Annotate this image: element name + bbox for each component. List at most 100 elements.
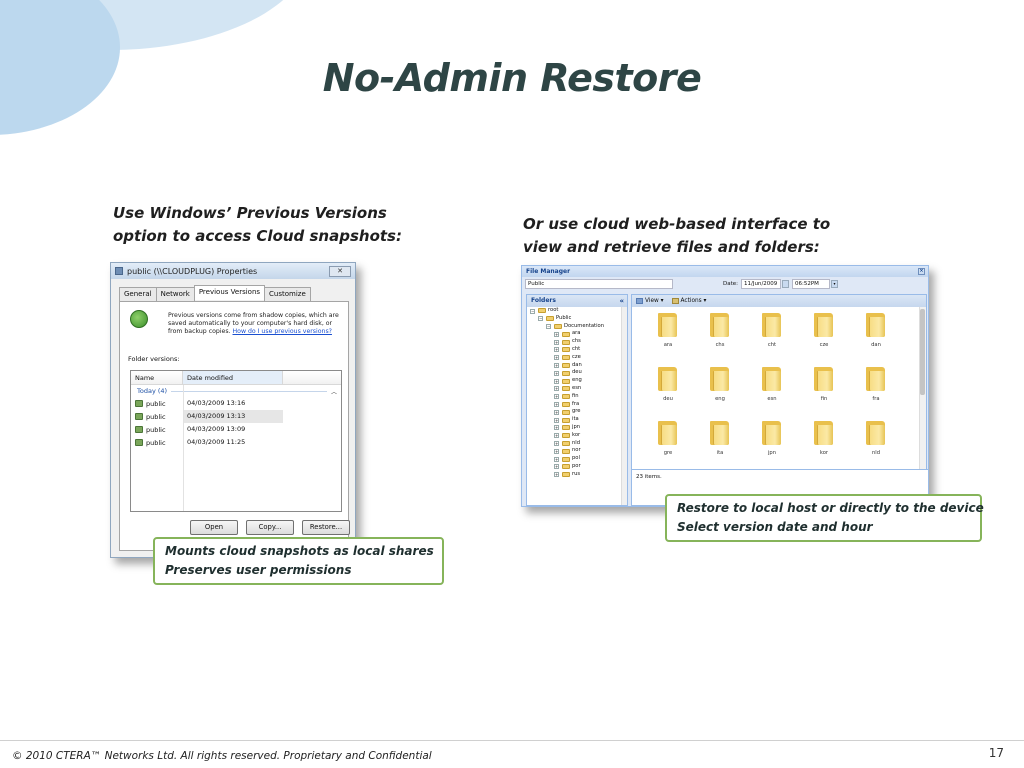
expand-icon[interactable]: + (554, 456, 559, 462)
expand-icon[interactable]: + (554, 378, 559, 384)
tree-node[interactable]: + fin (527, 393, 627, 401)
expand-icon[interactable]: + (554, 464, 559, 470)
collapse-node-icon[interactable]: − (538, 316, 543, 322)
version-row[interactable]: public 04/03/2009 11:25 (131, 436, 341, 449)
properties-dialog: public (\\CLOUDPLUG) Properties ✕ Genera… (110, 262, 356, 558)
files-grid: ara chs cht cze dan deu eng esn fin fra gre ita jpn k… (632, 307, 920, 469)
expand-icon[interactable]: + (554, 441, 559, 447)
tree-node[interactable]: + gre (527, 408, 627, 416)
collapse-node-icon[interactable]: − (530, 308, 535, 314)
collapse-node-icon[interactable]: − (546, 324, 551, 330)
tree-node[interactable]: + cht (527, 346, 627, 354)
version-date: 04/03/2009 13:16 (187, 399, 246, 407)
folder-item[interactable]: cht (752, 307, 792, 357)
version-row[interactable]: public 04/03/2009 13:16 (131, 397, 341, 410)
folder-item[interactable]: fin (804, 361, 844, 411)
tree-node[interactable]: + fra (527, 401, 627, 409)
tab-customize[interactable]: Customize (264, 287, 311, 302)
close-icon[interactable]: × (918, 268, 925, 275)
help-link[interactable]: How do I use previous versions? (233, 328, 332, 335)
tree-node[interactable]: + nld (527, 440, 627, 448)
tree-node[interactable]: + rus (527, 471, 627, 479)
tree-node[interactable]: − Public (527, 315, 627, 323)
tree-node[interactable]: + ita (527, 416, 627, 424)
tree-node[interactable]: + deu (527, 369, 627, 377)
folder-item[interactable]: ita (700, 415, 740, 465)
shared-folder-icon (135, 426, 143, 433)
version-row[interactable]: public 04/03/2009 13:09 (131, 423, 341, 436)
expand-icon[interactable]: + (554, 472, 559, 478)
folder-item[interactable]: fra (856, 361, 896, 411)
folder-item[interactable]: nld (856, 415, 896, 465)
tab-network[interactable]: Network (155, 287, 195, 302)
expand-icon[interactable]: + (554, 417, 559, 423)
close-button[interactable]: ✕ (329, 265, 351, 277)
tree-node[interactable]: + chs (527, 338, 627, 346)
calendar-icon[interactable] (782, 280, 789, 288)
tree-node[interactable]: + jpn (527, 424, 627, 432)
version-date-field[interactable]: 11/Jun/2009 (741, 279, 781, 289)
tree-node[interactable]: + kor (527, 432, 627, 440)
folder-item[interactable]: esn (752, 361, 792, 411)
folder-item[interactable]: gre (648, 415, 688, 465)
path-field[interactable]: Public (525, 279, 673, 289)
tab-general[interactable]: General (119, 287, 157, 302)
folder-item[interactable]: eng (700, 361, 740, 411)
version-time-field[interactable]: 06:52PM (792, 279, 830, 289)
folder-item[interactable]: kor (804, 415, 844, 465)
tree-node[interactable]: + nor (527, 447, 627, 455)
tree-node[interactable]: + cze (527, 354, 627, 362)
expand-icon[interactable]: + (554, 331, 559, 337)
expand-icon[interactable]: + (554, 355, 559, 361)
open-button[interactable]: Open (190, 520, 238, 535)
tree-node[interactable]: + por (527, 463, 627, 471)
folder-item[interactable]: chs (700, 307, 740, 357)
tree-node[interactable]: + esn (527, 385, 627, 393)
expand-icon[interactable]: + (554, 394, 559, 400)
chevron-down-icon[interactable]: ▾ (831, 280, 838, 288)
expand-icon[interactable]: + (554, 370, 559, 376)
folder-item[interactable]: ara (648, 307, 688, 357)
expand-icon[interactable]: + (554, 339, 559, 345)
folder-icon (866, 367, 885, 391)
folder-tree[interactable]: − root − Public − Documentation + ara + chs + cht + c… (527, 307, 627, 479)
tab-previous-versions[interactable]: Previous Versions (193, 285, 266, 300)
folder-icon (710, 421, 729, 445)
tree-node[interactable]: + pol (527, 455, 627, 463)
expand-icon[interactable]: + (554, 402, 559, 408)
expand-icon[interactable]: + (554, 448, 559, 454)
expand-icon[interactable]: + (554, 409, 559, 415)
callout-line: Restore to local host or directly to the… (677, 501, 984, 515)
collapse-icon[interactable]: « (619, 295, 624, 307)
view-button[interactable]: View ▾ (636, 298, 664, 304)
expand-icon[interactable]: + (554, 433, 559, 439)
tree-node-label: cze (572, 353, 581, 360)
folder-item[interactable]: cze (804, 307, 844, 357)
actions-button[interactable]: Actions ▾ (671, 298, 706, 304)
group-header[interactable]: Today (4) ︿ (131, 385, 341, 397)
restore-button[interactable]: Restore... (302, 520, 350, 535)
expand-icon[interactable]: + (554, 386, 559, 392)
versions-list[interactable]: Name Date modified Today (4) ︿ public 04… (130, 370, 342, 512)
tree-node-label: por (572, 462, 581, 469)
chevron-up-icon[interactable]: ︿ (331, 387, 337, 396)
tree-node[interactable]: − root (527, 307, 627, 315)
folder-item[interactable]: deu (648, 361, 688, 411)
tree-node[interactable]: + dan (527, 362, 627, 370)
version-row-selected[interactable]: public 04/03/2009 13:13 (131, 410, 341, 423)
files-scrollbar-thumb[interactable] (920, 309, 925, 395)
copy-button[interactable]: Copy... (246, 520, 294, 535)
folder-item[interactable]: dan (856, 307, 896, 357)
tree-scrollbar[interactable] (621, 307, 627, 505)
expand-icon[interactable]: + (554, 347, 559, 353)
folder-item-label: ara (663, 342, 673, 348)
column-header-name[interactable]: Name (131, 371, 183, 384)
tree-node[interactable]: + ara (527, 330, 627, 338)
expand-icon[interactable]: + (554, 363, 559, 369)
folder-item[interactable]: jpn (752, 415, 792, 465)
expand-icon[interactable]: + (554, 425, 559, 431)
tree-node[interactable]: + eng (527, 377, 627, 385)
tree-node[interactable]: − Documentation (527, 323, 627, 331)
column-header-date[interactable]: Date modified (183, 371, 283, 384)
tree-node-label: cht (572, 345, 581, 352)
